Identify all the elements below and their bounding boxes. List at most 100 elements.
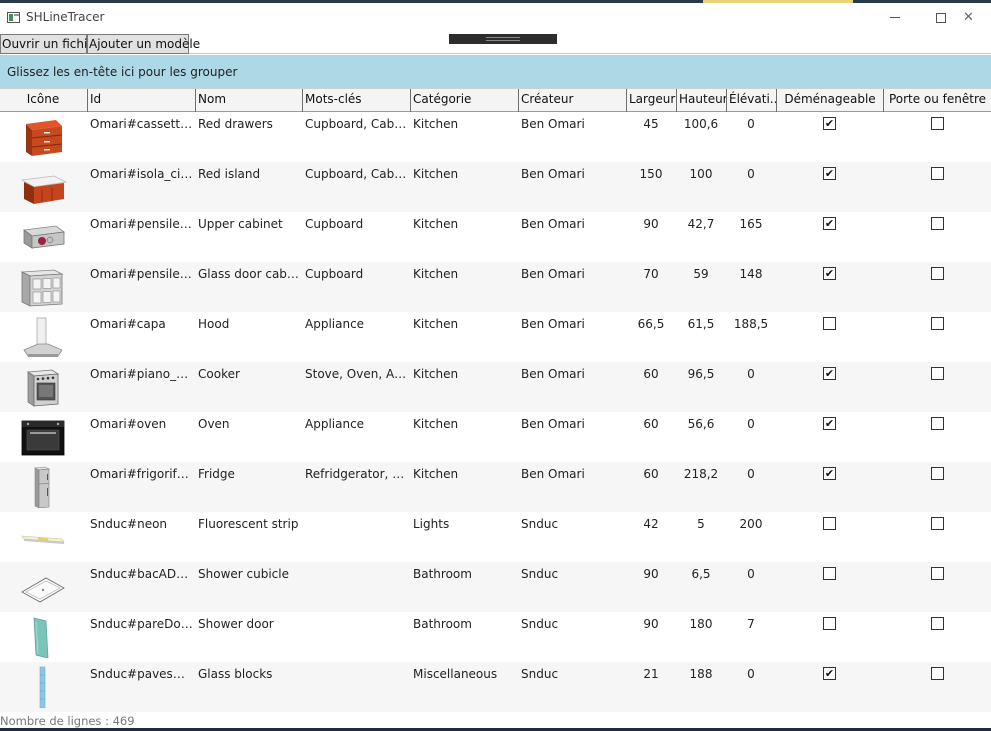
cell-category: Kitchen <box>413 167 459 181</box>
cell-elevation: 0 <box>747 417 755 431</box>
cell-height: 188 <box>689 667 713 681</box>
group-by-hint: Glissez les en-tête ici pour les grouper <box>7 65 238 79</box>
grid-header: Icône Id Nom Mots-clés Catégorie Créateu… <box>0 88 991 112</box>
table-row[interactable]: Omari#frigorifero Fridge Refridgerator, … <box>0 462 991 512</box>
cell-id: Snduc#bacADouc... <box>90 567 193 581</box>
cell-elevation: 7 <box>747 617 755 631</box>
cell-name: Upper cabinet <box>198 217 283 231</box>
cell-category: Bathroom <box>413 617 472 631</box>
movable-checkbox[interactable]: ✔ <box>823 217 836 230</box>
cell-name: Glass blocks <box>198 667 273 681</box>
column-header-movable[interactable]: Déménageable <box>776 89 883 112</box>
shower-cubicle-icon <box>18 566 68 608</box>
cell-elevation: 165 <box>739 217 763 231</box>
door-or-window-checkbox[interactable] <box>931 467 944 480</box>
cell-width: 66,5 <box>637 317 665 331</box>
door-or-window-checkbox[interactable] <box>931 417 944 430</box>
movable-checkbox[interactable] <box>823 517 836 530</box>
table-row[interactable]: Omari#pensile_cu... Upper cabinet Cupboa… <box>0 212 991 262</box>
cell-elevation: 0 <box>747 367 755 381</box>
close-button[interactable]: ✕ <box>946 3 991 32</box>
column-header-creator[interactable]: Créateur <box>518 89 626 112</box>
movable-checkbox[interactable]: ✔ <box>823 267 836 280</box>
title-bar: SHLineTracer ✕ <box>0 3 991 32</box>
column-header-door-or-window[interactable]: Porte ou fenêtre <box>883 89 991 112</box>
open-file-button[interactable]: Ouvrir un fichier <box>0 34 100 54</box>
cell-creator: Snduc <box>521 617 559 631</box>
movable-checkbox[interactable]: ✔ <box>823 117 836 130</box>
cell-height: 56,6 <box>687 417 715 431</box>
group-by-panel[interactable]: Glissez les en-tête ici pour les grouper <box>0 55 991 88</box>
cell-height: 6,5 <box>691 567 711 581</box>
table-row[interactable]: Omari#isola_cicin... Red island Cupboard… <box>0 162 991 212</box>
movable-checkbox[interactable]: ✔ <box>823 417 836 430</box>
column-header-name[interactable]: Nom <box>195 89 302 112</box>
table-row[interactable]: Omari#piano_cot... Cooker Stove, Oven, A… <box>0 362 991 412</box>
hood-icon <box>18 316 68 358</box>
table-row[interactable]: Omari#capa Hood Appliance Kitchen Ben Om… <box>0 312 991 362</box>
door-or-window-checkbox[interactable] <box>931 367 944 380</box>
cell-name: Oven <box>198 417 230 431</box>
door-or-window-checkbox[interactable] <box>931 617 944 630</box>
door-or-window-checkbox[interactable] <box>931 217 944 230</box>
table-row[interactable]: Snduc#bacADouc... Shower cubicle Bathroo… <box>0 562 991 612</box>
cell-name: Hood <box>198 317 230 331</box>
cell-elevation: 0 <box>747 567 755 581</box>
cell-id: Omari#pensile_cu... <box>90 267 193 281</box>
cell-category: Kitchen <box>413 467 459 481</box>
table-row[interactable]: Snduc#neon Fluorescent strip Lights Sndu… <box>0 512 991 562</box>
cell-creator: Snduc <box>521 667 559 681</box>
cell-height: 61,5 <box>687 317 715 331</box>
data-grid-rows: Omari#cassetti_c... Red drawers Cupboard… <box>0 112 991 712</box>
table-row[interactable]: Snduc#pareDouc... Shower door Bathroom S… <box>0 612 991 662</box>
minimize-icon <box>890 17 900 18</box>
door-or-window-checkbox[interactable] <box>931 667 944 680</box>
movable-checkbox[interactable]: ✔ <box>823 167 836 180</box>
cell-name: Fluorescent strip <box>198 517 299 531</box>
add-model-button[interactable]: Ajouter un modèle <box>87 34 200 54</box>
cell-id: Omari#capa <box>90 317 166 331</box>
cell-name: Fridge <box>198 467 235 481</box>
door-or-window-checkbox[interactable] <box>931 117 944 130</box>
column-header-elevation[interactable]: Élévati... <box>726 89 776 112</box>
cell-category: Kitchen <box>413 117 459 131</box>
column-header-category[interactable]: Catégorie <box>410 89 518 112</box>
drag-grip-handle[interactable] <box>449 34 557 44</box>
table-row[interactable]: Omari#cassetti_c... Red drawers Cupboard… <box>0 112 991 162</box>
cell-name: Shower cubicle <box>198 567 289 581</box>
cell-elevation: 0 <box>747 117 755 131</box>
door-or-window-checkbox[interactable] <box>931 517 944 530</box>
shower-door-icon <box>18 616 68 659</box>
column-header-height[interactable]: Hauteur <box>676 89 726 112</box>
column-header-width[interactable]: Largeur <box>626 89 676 112</box>
movable-checkbox[interactable] <box>823 617 836 630</box>
door-or-window-checkbox[interactable] <box>931 267 944 280</box>
cell-width: 42 <box>643 517 659 531</box>
movable-checkbox[interactable]: ✔ <box>823 467 836 480</box>
cell-keywords: Appliance <box>305 317 365 331</box>
app-icon <box>7 12 20 23</box>
cell-category: Miscellaneous <box>413 667 498 681</box>
cell-id: Omari#cassetti_c... <box>90 117 193 131</box>
cell-height: 180 <box>689 617 713 631</box>
table-row[interactable]: Omari#pensile_cu... Glass door cabinet C… <box>0 262 991 312</box>
movable-checkbox[interactable]: ✔ <box>823 667 836 680</box>
table-row[interactable]: Snduc#pavesDeV... Glass blocks Miscellan… <box>0 662 991 712</box>
column-header-icon[interactable]: Icône <box>0 89 86 112</box>
glass-blocks-icon <box>18 666 68 709</box>
cell-name: Red island <box>198 167 261 181</box>
movable-checkbox[interactable] <box>823 567 836 580</box>
minimize-button[interactable] <box>872 3 918 32</box>
cell-id: Omari#isola_cicin... <box>90 167 193 181</box>
movable-checkbox[interactable]: ✔ <box>823 367 836 380</box>
cell-id: Snduc#pareDouc... <box>90 617 193 631</box>
door-or-window-checkbox[interactable] <box>931 317 944 330</box>
cell-keywords: Cupboard, Cabinet <box>305 117 408 131</box>
movable-checkbox[interactable] <box>823 317 836 330</box>
column-header-id[interactable]: Id <box>87 89 195 112</box>
column-header-keywords[interactable]: Mots-clés <box>302 89 410 112</box>
table-row[interactable]: Omari#oven Oven Appliance Kitchen Ben Om… <box>0 412 991 462</box>
door-or-window-checkbox[interactable] <box>931 167 944 180</box>
cell-elevation: 200 <box>739 517 763 531</box>
door-or-window-checkbox[interactable] <box>931 567 944 580</box>
